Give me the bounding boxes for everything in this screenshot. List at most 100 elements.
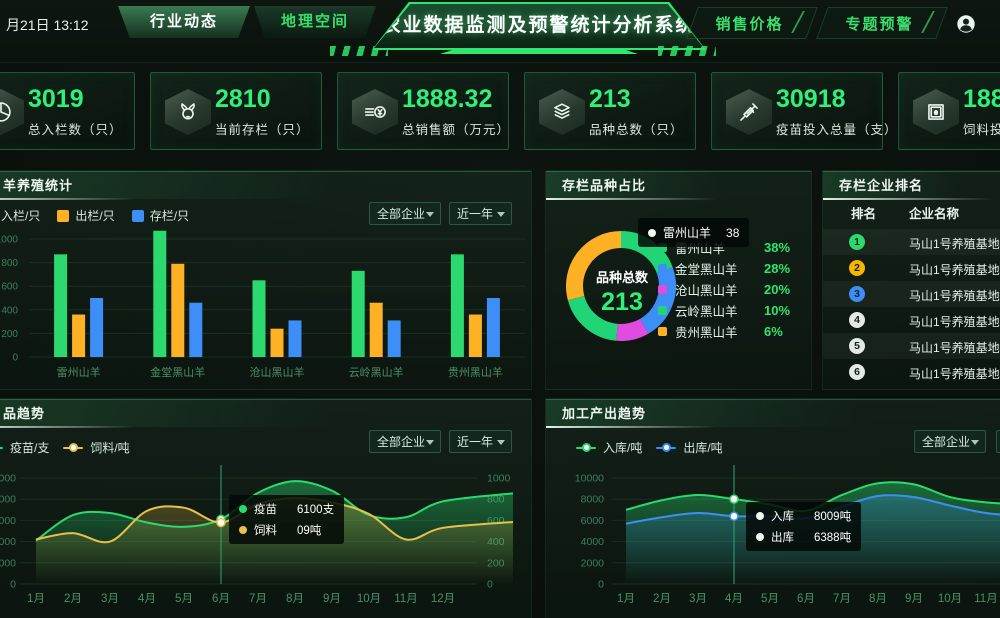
svg-text:雷州山羊: 雷州山羊 bbox=[57, 365, 101, 379]
legend-item[interactable]: 出库/吨 bbox=[656, 439, 722, 456]
tooltip-row: 饲料 09吨 bbox=[239, 522, 334, 538]
filter-company-dropdown[interactable]: 全部企业 bbox=[369, 202, 441, 225]
kpi-card: 3019总入栏数（只） bbox=[0, 72, 135, 150]
kpi-label: 饲料投入 bbox=[963, 119, 1000, 138]
tab-geo-space[interactable]: 地理空间 bbox=[254, 6, 376, 38]
legend-label: 入库/吨 bbox=[603, 439, 642, 456]
legend-item[interactable]: 饲料/吨 bbox=[63, 439, 129, 456]
kpi-value: 30918 bbox=[776, 85, 846, 114]
svg-text:800: 800 bbox=[1, 258, 18, 269]
filter-time-dropdown[interactable]: 近一年 bbox=[449, 202, 512, 225]
tooltip-row: 入库 8009吨 bbox=[756, 508, 851, 524]
line-chart-legend: 疫苗/支饲料/吨 bbox=[0, 439, 130, 456]
panel-title: 加工产出趋势 bbox=[546, 400, 1000, 427]
rank-badge: 6 bbox=[849, 364, 865, 380]
svg-text:4000: 4000 bbox=[0, 536, 16, 548]
svg-text:11月: 11月 bbox=[394, 593, 417, 605]
svg-text:5月: 5月 bbox=[761, 593, 779, 605]
svg-text:200: 200 bbox=[1, 329, 18, 340]
legend-label: 云岭黑山羊 bbox=[675, 301, 738, 320]
bar-chart-legend: 入栏/只 出栏/只 存栏/只 bbox=[0, 207, 189, 224]
legend-item[interactable]: 存栏/只 bbox=[132, 207, 189, 224]
svg-text:沧山黑山羊: 沧山黑山羊 bbox=[250, 365, 305, 379]
tab-topic-warning[interactable]: 专题预警 bbox=[822, 13, 937, 34]
panel-stock-company-ranking: 存栏企业排名 排名 企业名称 1马山1号养殖基地2马山1号养殖基地3马山1号养殖… bbox=[822, 170, 1000, 390]
legend-item[interactable]: 出栏/只 bbox=[57, 207, 114, 224]
svg-text:0: 0 bbox=[598, 579, 604, 591]
tooltip-dot bbox=[239, 505, 247, 513]
donut-center-label: 品种总数 213 bbox=[566, 267, 678, 317]
ranking-row: 6 马山1号养殖基地 bbox=[823, 359, 1000, 385]
svg-text:12月: 12月 bbox=[431, 593, 455, 605]
pie-chart-icon bbox=[0, 89, 24, 135]
svg-text:0: 0 bbox=[12, 353, 18, 364]
ranking-row: 4马山1号养殖基地 bbox=[823, 307, 1000, 333]
app-title-banner-inner: 农业数据监测及预警统计分析系统 bbox=[374, 4, 704, 48]
svg-text:4月: 4月 bbox=[725, 593, 743, 605]
legend-percent: 6% bbox=[764, 324, 783, 339]
legend-line-marker bbox=[656, 447, 676, 449]
kpi-label: 当前存栏（只） bbox=[215, 119, 310, 138]
tooltip-dot bbox=[239, 526, 247, 534]
coins-icon bbox=[352, 89, 398, 135]
panel-header: 加工产出趋势 bbox=[546, 399, 1000, 427]
kpi-value: 3019 bbox=[28, 85, 84, 114]
svg-text:8000: 8000 bbox=[0, 494, 16, 506]
filter-time-dropdown[interactable]: 近一年 bbox=[449, 430, 512, 453]
datetime: 月21日 13:12 bbox=[6, 15, 89, 35]
legend-percent: 28% bbox=[764, 261, 790, 276]
line-chart-legend: 入库/吨 出库/吨 bbox=[576, 439, 723, 456]
svg-text:5月: 5月 bbox=[175, 593, 193, 605]
svg-text:1月: 1月 bbox=[27, 593, 45, 605]
donut-legend-item[interactable]: 贵州黑山羊6% bbox=[658, 321, 738, 342]
panel-stock-breed-share: 存栏品种占比 品种总数 213 雷州山羊38%金堂黑山羊28%沧山黑山羊20%云… bbox=[545, 170, 812, 390]
panel-processing-output-trend: 加工产出趋势 入库/吨出库/吨 全部企业 0200040006000800010… bbox=[545, 398, 1000, 618]
svg-text:8月: 8月 bbox=[869, 593, 887, 605]
kpi-label: 品种总数（只） bbox=[589, 119, 684, 138]
svg-text:11月: 11月 bbox=[974, 593, 997, 605]
syringe-icon bbox=[726, 89, 772, 135]
tab-sales-price[interactable]: 销售价格 bbox=[692, 13, 807, 34]
svg-text:4月: 4月 bbox=[138, 593, 156, 605]
tooltip-dot bbox=[648, 229, 656, 237]
kpi-card: 30918疫苗投入总量（支） bbox=[711, 72, 883, 150]
ranking-row: 3马山1号养殖基地 bbox=[823, 281, 1000, 307]
donut-tooltip: 雷州山羊 38 bbox=[638, 218, 749, 247]
column-company: 企业名称 bbox=[909, 203, 959, 222]
chart-tooltip: 入库 8009吨 出库 6388吨 bbox=[746, 502, 861, 551]
breeding-bar-chart[interactable]: 02004006008001000雷州山羊金堂黑山羊沧山黑山羊云岭黑山羊贵州黑山… bbox=[0, 229, 533, 389]
legend-label: 金堂黑山羊 bbox=[675, 259, 738, 278]
legend-item[interactable]: 疫苗/支 bbox=[0, 439, 49, 456]
tab-industry-news[interactable]: 行业动态 bbox=[118, 6, 250, 38]
svg-text:2000: 2000 bbox=[0, 557, 16, 569]
svg-text:贵州黑山羊: 贵州黑山羊 bbox=[448, 365, 503, 379]
app-title-banner: 农业数据监测及预警统计分析系统 bbox=[372, 2, 706, 50]
svg-text:7月: 7月 bbox=[249, 593, 267, 605]
company-name: 马山1号养殖基地 bbox=[909, 365, 1000, 382]
legend-label: 出栏/只 bbox=[75, 207, 114, 224]
tooltip-row: 疫苗 6100支 bbox=[239, 501, 334, 517]
kpi-card: 188饲料投入 bbox=[898, 72, 1000, 150]
filter-company-dropdown[interactable]: 全部企业 bbox=[369, 430, 441, 453]
tooltip-value: 38 bbox=[726, 226, 739, 240]
feed-bag-icon bbox=[913, 89, 959, 135]
user-avatar-icon[interactable] bbox=[955, 13, 977, 35]
kpi-label: 疫苗投入总量（支） bbox=[776, 119, 898, 138]
svg-text:金堂黑山羊: 金堂黑山羊 bbox=[150, 365, 205, 379]
legend-item[interactable]: 入库/吨 bbox=[576, 439, 642, 456]
legend-label: 出库/吨 bbox=[683, 439, 722, 456]
kpi-value: 1888.32 bbox=[402, 85, 492, 114]
panel-title: 羊养殖统计 bbox=[0, 172, 531, 199]
filter-time-dropdown-clipped[interactable] bbox=[996, 430, 1000, 453]
ranking-table-body: 1马山1号养殖基地2马山1号养殖基地3马山1号养殖基地4马山1号养殖基地5马山1… bbox=[823, 229, 1000, 385]
panel-header: 存栏企业排名 bbox=[823, 171, 1000, 199]
ranking-row: 2马山1号养殖基地 bbox=[823, 255, 1000, 281]
filter-company-dropdown[interactable]: 全部企业 bbox=[914, 430, 986, 453]
panel-title: 品趋势 bbox=[0, 400, 531, 427]
company-name: 马山1号养殖基地 bbox=[909, 235, 1000, 252]
legend-label: 存栏/只 bbox=[150, 207, 189, 224]
donut-center-value: 213 bbox=[566, 288, 678, 317]
legend-item[interactable]: 入栏/只 bbox=[0, 207, 40, 224]
dashboard-root: 月21日 13:12 行业动态 地理空间 农业数据监测及预警统计分析系统 销售价… bbox=[0, 0, 1000, 618]
svg-text:8月: 8月 bbox=[286, 593, 304, 605]
